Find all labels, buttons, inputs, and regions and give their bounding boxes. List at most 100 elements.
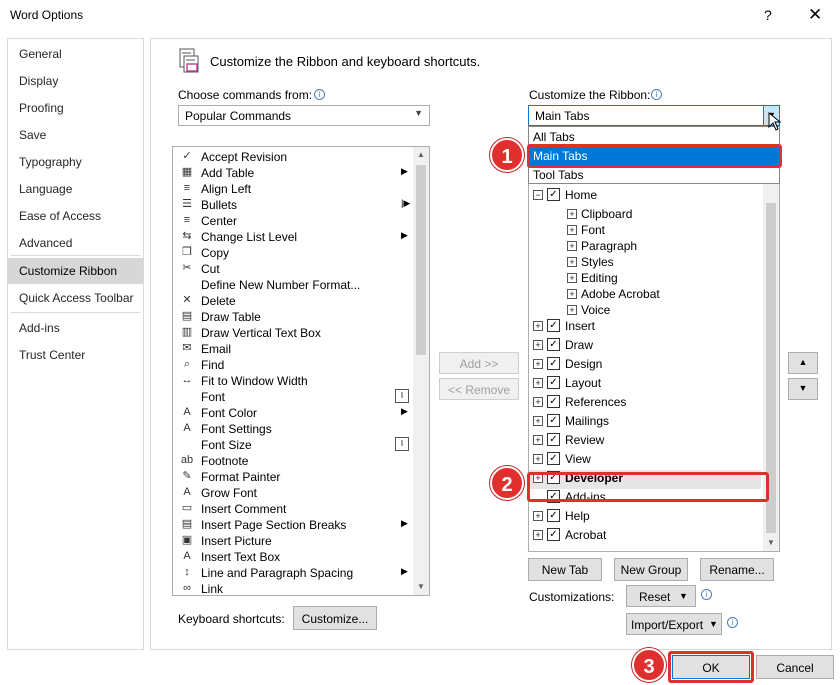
command-list-item[interactable]: ▥ Draw Vertical Text Box: [173, 325, 411, 341]
expand-icon[interactable]: +: [567, 289, 577, 299]
command-list-item[interactable]: A Insert Text Box: [173, 549, 411, 565]
command-list-item[interactable]: Font I: [173, 389, 411, 405]
command-list-item[interactable]: A Font Color ▶: [173, 405, 411, 421]
command-list-item[interactable]: ∞ Link: [173, 581, 411, 595]
cancel-button[interactable]: Cancel: [756, 655, 834, 679]
ribbon-tree-item[interactable]: + ✓ View: [529, 451, 761, 470]
rename-button[interactable]: Rename...: [700, 558, 774, 581]
help-button[interactable]: ?: [764, 7, 772, 23]
checkbox-checked-icon[interactable]: ✓: [547, 357, 560, 370]
ribbon-tree-item[interactable]: + ✓ Mailings: [529, 413, 761, 432]
command-list-item[interactable]: A Font Settings: [173, 421, 411, 437]
checkbox-checked-icon[interactable]: ✓: [547, 338, 560, 351]
sidebar-item-customize-ribbon[interactable]: Customize Ribbon: [8, 258, 143, 284]
expand-icon[interactable]: +: [533, 454, 543, 464]
ribbon-tree-item[interactable]: + ✓ Draw: [529, 337, 761, 356]
add-button[interactable]: Add >>: [439, 352, 519, 374]
import-export-button[interactable]: Import/Export ▼: [626, 613, 722, 635]
move-up-button[interactable]: ▲: [788, 352, 818, 374]
expand-icon[interactable]: +: [533, 416, 543, 426]
sidebar-item-typography[interactable]: Typography: [8, 149, 143, 175]
command-list-item[interactable]: ✉ Email: [173, 341, 411, 357]
command-list-item[interactable]: Font Size I: [173, 437, 411, 453]
command-list-item[interactable]: ▤ Insert Page Section Breaks ▶: [173, 517, 411, 533]
dropdown-option-tool-tabs[interactable]: Tool Tabs: [529, 166, 779, 184]
expand-icon[interactable]: +: [533, 435, 543, 445]
checkbox-checked-icon[interactable]: ✓: [547, 319, 560, 332]
checkbox-checked-icon[interactable]: ✓: [547, 376, 560, 389]
command-list-item[interactable]: ☰ Bullets |▶: [173, 197, 411, 213]
expand-icon[interactable]: +: [567, 305, 577, 315]
ribbon-tree-item[interactable]: + ✓ Layout: [529, 375, 761, 394]
expand-icon[interactable]: +: [533, 511, 543, 521]
commands-list[interactable]: ✓ Accept Revision ▦ Add Table ▶ ≡ Align Left ☰ B…: [172, 146, 430, 596]
checkbox-checked-icon[interactable]: ✓: [547, 188, 560, 201]
checkbox-checked-icon[interactable]: ✓: [547, 528, 560, 541]
checkbox-checked-icon[interactable]: ✓: [547, 395, 560, 408]
expand-icon[interactable]: +: [567, 273, 577, 283]
new-group-button[interactable]: New Group: [614, 558, 688, 581]
expand-icon[interactable]: +: [567, 209, 577, 219]
command-list-item[interactable]: ✂ Cut: [173, 261, 411, 277]
sidebar-item-language[interactable]: Language: [8, 176, 143, 202]
ribbon-tree-item[interactable]: + ✓ References: [529, 394, 761, 413]
checkbox-checked-icon[interactable]: ✓: [547, 452, 560, 465]
sidebar-item-advanced[interactable]: Advanced: [8, 230, 143, 256]
ribbon-tree-item[interactable]: + ✓ Design: [529, 356, 761, 375]
command-list-item[interactable]: ✓ Accept Revision: [173, 149, 411, 165]
ribbon-tree-item[interactable]: + ✓ Review: [529, 432, 761, 451]
sidebar-item-general[interactable]: General: [8, 41, 143, 67]
choose-commands-select[interactable]: Popular Commands ▼: [178, 105, 430, 126]
sidebar-item-quick-access-toolbar[interactable]: Quick Access Toolbar: [8, 285, 143, 311]
ribbon-tree-item[interactable]: + ✓ Help: [529, 508, 761, 527]
checkbox-checked-icon[interactable]: ✓: [547, 509, 560, 522]
command-list-item[interactable]: ▭ Insert Comment: [173, 501, 411, 517]
command-list-item[interactable]: A Grow Font: [173, 485, 411, 501]
customize-shortcuts-button[interactable]: Customize...: [293, 606, 377, 630]
checkbox-checked-icon[interactable]: ✓: [547, 433, 560, 446]
checkbox-checked-icon[interactable]: ✓: [547, 414, 560, 427]
new-tab-button[interactable]: New Tab: [528, 558, 602, 581]
expand-icon[interactable]: +: [567, 257, 577, 267]
ribbon-tree-item[interactable]: + ✓ Acrobat: [529, 527, 761, 546]
scroll-down-icon[interactable]: ▼: [413, 579, 429, 595]
expand-icon[interactable]: +: [567, 241, 577, 251]
scroll-down-icon[interactable]: ▼: [763, 535, 779, 551]
expand-icon[interactable]: +: [533, 340, 543, 350]
command-list-item[interactable]: ab Footnote: [173, 453, 411, 469]
ribbon-tree-item[interactable]: + ✓ Insert: [529, 318, 761, 337]
scroll-thumb[interactable]: [416, 165, 426, 355]
command-list-item[interactable]: ✎ Format Painter: [173, 469, 411, 485]
command-list-item[interactable]: ≡ Center: [173, 213, 411, 229]
expand-icon[interactable]: +: [533, 359, 543, 369]
reset-button[interactable]: Reset ▼: [626, 585, 696, 607]
sidebar-item-ease-of-access[interactable]: Ease of Access: [8, 203, 143, 229]
sidebar-item-add-ins[interactable]: Add-ins: [8, 315, 143, 341]
command-list-item[interactable]: ⇆ Change List Level ▶: [173, 229, 411, 245]
expand-icon[interactable]: +: [533, 321, 543, 331]
command-list-item[interactable]: ▣ Insert Picture: [173, 533, 411, 549]
command-list-item[interactable]: ▤ Draw Table: [173, 309, 411, 325]
expand-icon[interactable]: +: [533, 530, 543, 540]
sidebar-item-display[interactable]: Display: [8, 68, 143, 94]
ribbon-tree-item[interactable]: − ✓ Home: [529, 187, 761, 206]
command-list-item[interactable]: ↕ Line and Paragraph Spacing ▶: [173, 565, 411, 581]
command-list-item[interactable]: ≡ Align Left: [173, 181, 411, 197]
move-down-button[interactable]: ▼: [788, 378, 818, 400]
command-list-item[interactable]: ▦ Add Table ▶: [173, 165, 411, 181]
commands-scrollbar[interactable]: ▲ ▼: [413, 147, 429, 595]
customize-ribbon-select[interactable]: Main Tabs ▼: [528, 105, 780, 126]
command-list-item[interactable]: ❐ Copy: [173, 245, 411, 261]
sidebar-item-save[interactable]: Save: [8, 122, 143, 148]
command-list-item[interactable]: Define New Number Format...: [173, 277, 411, 293]
remove-button[interactable]: << Remove: [439, 378, 519, 400]
expand-icon[interactable]: +: [533, 378, 543, 388]
scroll-up-icon[interactable]: ▲: [413, 147, 429, 163]
command-list-item[interactable]: ↔ Fit to Window Width: [173, 373, 411, 389]
command-list-item[interactable]: ⌕ Find: [173, 357, 411, 373]
expand-icon[interactable]: +: [567, 225, 577, 235]
expand-icon[interactable]: +: [533, 397, 543, 407]
sidebar-item-trust-center[interactable]: Trust Center: [8, 342, 143, 368]
close-button[interactable]: ✕: [808, 5, 822, 25]
collapse-icon[interactable]: −: [533, 190, 543, 200]
